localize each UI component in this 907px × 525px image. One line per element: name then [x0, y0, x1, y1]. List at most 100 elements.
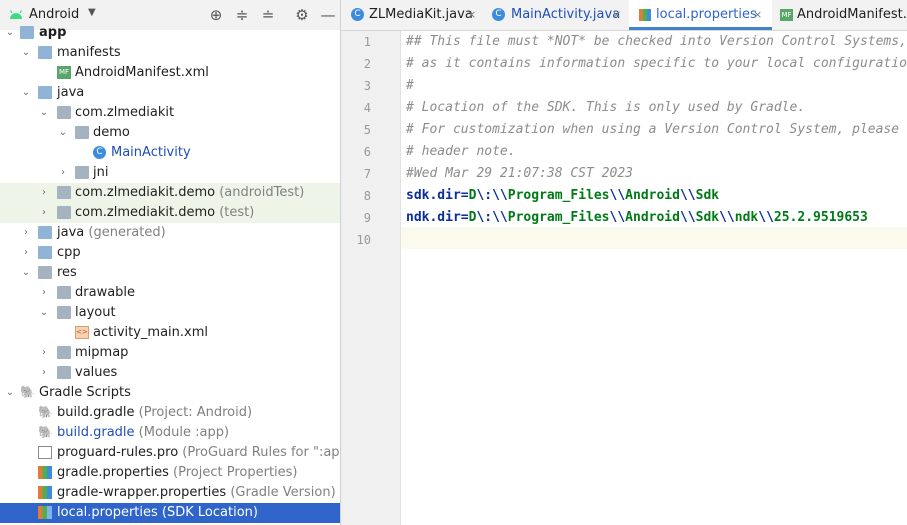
properties-file-icon	[38, 466, 52, 479]
chevron-right-icon[interactable]: ›	[20, 243, 32, 263]
class-icon: C	[351, 8, 364, 21]
tree-node-jni[interactable]: › jni	[0, 163, 340, 183]
tree-node-java-generated[interactable]: › java (generated)	[0, 223, 340, 243]
folder-icon	[57, 366, 71, 379]
tree-node-app[interactable]: ⌄ app	[0, 23, 340, 43]
chevron-down-icon[interactable]: ⌄	[38, 303, 50, 323]
tree-node-androidtest[interactable]: › com.zlmediakit.demo (androidTest)	[0, 183, 340, 203]
tree-label: manifests	[57, 45, 121, 60]
tree-node-gradle-scripts[interactable]: ⌄ 🐘 Gradle Scripts	[0, 383, 340, 403]
line-number: 9	[363, 211, 371, 225]
layout-xml-icon: <>	[75, 326, 89, 339]
tab-mainactivity-java[interactable]: C MainActivity.java ×	[482, 0, 628, 30]
tree-label: activity_main.xml	[93, 325, 209, 340]
package-icon	[57, 206, 71, 219]
chevron-right-icon[interactable]: ›	[57, 163, 69, 183]
tree-secondary-label: (SDK Location)	[161, 505, 258, 520]
chevron-down-icon[interactable]: ⌄	[38, 103, 50, 123]
tree-node-package-zlmediakit[interactable]: ⌄ com.zlmediakit	[0, 103, 340, 123]
collapse-all-icon[interactable]: ≐	[258, 5, 278, 25]
chevron-down-icon[interactable]: ⌄	[20, 83, 32, 103]
chevron-down-icon[interactable]: ⌄	[4, 383, 16, 403]
tree-node-layout[interactable]: ⌄ layout	[0, 303, 340, 323]
tree-node-cpp[interactable]: › cpp	[0, 243, 340, 263]
close-icon[interactable]: ×	[753, 0, 762, 30]
tree-label: AndroidManifest.xml	[75, 65, 209, 80]
chevron-right-icon[interactable]: ›	[38, 343, 50, 363]
chevron-right-icon[interactable]: ›	[38, 183, 50, 203]
close-icon[interactable]: ×	[467, 0, 476, 30]
tree-node-build-gradle-module[interactable]: 🐘 build.gradle (Module :app)	[0, 423, 340, 443]
tree-label: local.properties	[57, 505, 158, 520]
tree-secondary-label: (test)	[219, 205, 255, 220]
code-line: # as it contains information specific to…	[406, 56, 907, 71]
folder-icon	[57, 286, 71, 299]
tree-node-mainactivity[interactable]: C MainActivity	[0, 143, 340, 163]
tab-zlmediakit-java[interactable]: C ZLMediaKit.java ×	[341, 0, 482, 30]
tree-label: jni	[93, 165, 109, 180]
expand-all-icon[interactable]: ≑	[232, 5, 252, 25]
escape-sequence: \:\\	[476, 188, 508, 203]
tree-node-androidmanifest[interactable]: MF AndroidManifest.xml	[0, 63, 340, 83]
package-icon	[57, 186, 71, 199]
line-number: 5	[363, 123, 371, 137]
tree-label: java	[57, 85, 85, 100]
property-value: Program_Files	[507, 210, 610, 225]
chevron-down-icon[interactable]: ⌄	[4, 23, 16, 43]
tree-secondary-label: (Project: Android)	[138, 405, 253, 420]
code-line: # header note.	[406, 144, 516, 159]
chevron-right-icon[interactable]: ›	[38, 203, 50, 223]
manifest-file-icon: MF	[780, 9, 793, 21]
tree-label: build.gradle	[57, 425, 135, 440]
project-view-selector[interactable]: Android	[29, 7, 79, 22]
crosshair-icon[interactable]: ⊕	[206, 5, 226, 25]
tree-node-gradle-properties[interactable]: gradle.properties (Project Properties)	[0, 463, 340, 483]
tree-label: mipmap	[75, 345, 129, 360]
tree-node-values[interactable]: › values	[0, 363, 340, 383]
tab-local-properties[interactable]: local.properties ×	[629, 0, 772, 30]
folder-icon	[38, 86, 52, 99]
chevron-down-icon[interactable]: ▼	[88, 7, 96, 18]
line-number: 10	[356, 233, 371, 247]
gear-icon[interactable]: ⚙	[292, 5, 312, 25]
line-number: 4	[363, 101, 371, 115]
tree-node-build-gradle-project[interactable]: 🐘 build.gradle (Project: Android)	[0, 403, 340, 423]
package-icon	[75, 126, 89, 139]
tree-node-drawable[interactable]: › drawable	[0, 283, 340, 303]
chevron-down-icon[interactable]: ⌄	[20, 43, 32, 63]
tree-node-java[interactable]: ⌄ java	[0, 83, 340, 103]
chevron-down-icon[interactable]: ⌄	[57, 123, 69, 143]
tree-node-local-properties[interactable]: local.properties (SDK Location)	[0, 503, 340, 523]
active-tab-indicator	[629, 27, 772, 30]
chevron-right-icon[interactable]: ›	[38, 283, 50, 303]
class-icon: C	[492, 8, 505, 21]
tree-node-activity-main[interactable]: <> activity_main.xml	[0, 323, 340, 343]
tree-node-res[interactable]: ⌄ res	[0, 263, 340, 283]
tree-node-mipmap[interactable]: › mipmap	[0, 343, 340, 363]
tree-label: com.zlmediakit.demo	[75, 205, 216, 220]
tree-node-proguard[interactable]: proguard-rules.pro (ProGuard Rules for "…	[0, 443, 340, 463]
escape-sequence: \\	[609, 188, 626, 203]
tree-label: com.zlmediakit	[75, 105, 175, 120]
property-separator: =	[460, 210, 469, 225]
tree-secondary-label: (generated)	[88, 225, 166, 240]
minimize-icon[interactable]: —	[318, 5, 338, 25]
tab-androidmanifest[interactable]: MF AndroidManifest.xml	[774, 0, 907, 30]
chevron-right-icon[interactable]: ›	[20, 223, 32, 243]
tree-node-demo[interactable]: ⌄ demo	[0, 123, 340, 143]
chevron-down-icon[interactable]: ⌄	[20, 263, 32, 283]
close-icon[interactable]: ×	[612, 0, 621, 30]
property-value: ndk	[734, 210, 759, 225]
tree-node-gradle-wrapper[interactable]: gradle-wrapper.properties (Gradle Versio…	[0, 483, 340, 503]
gradle-elephant-icon: 🐘	[20, 385, 35, 399]
gradle-elephant-icon: 🐘	[38, 405, 53, 419]
tree-node-test[interactable]: › com.zlmediakit.demo (test)	[0, 203, 340, 223]
code-editor[interactable]: ## This file must *NOT* be checked into …	[401, 31, 907, 525]
tab-label: ZLMediaKit.java	[369, 7, 473, 22]
tree-secondary-label: (androidTest)	[219, 185, 305, 200]
code-line: # Location of the SDK. This is only used…	[406, 100, 806, 115]
tree-node-manifests[interactable]: ⌄ manifests	[0, 43, 340, 63]
properties-file-icon	[639, 9, 651, 21]
gradle-elephant-icon: 🐘	[38, 425, 53, 439]
chevron-right-icon[interactable]: ›	[38, 363, 50, 383]
